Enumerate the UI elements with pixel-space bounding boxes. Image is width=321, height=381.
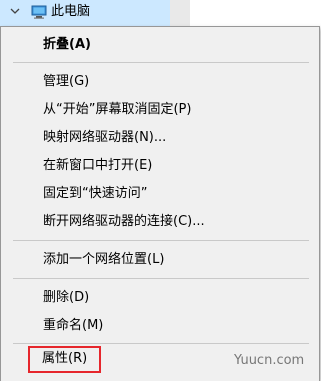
menu-item-unpin-start[interactable]: 从“开始”屏幕取消固定(P) <box>2 98 318 121</box>
menu-item-manage[interactable]: 管理(G) <box>2 70 318 93</box>
menu-item-label: 管理(G) <box>43 74 90 89</box>
menu-separator <box>13 62 309 63</box>
chevron-down-icon[interactable] <box>10 6 20 16</box>
menu-separator <box>13 240 309 241</box>
menu-item-label: 映射网络驱动器(N)... <box>43 130 167 145</box>
menu-item-map-network-drive[interactable]: 映射网络驱动器(N)... <box>2 126 318 149</box>
menu-item-label: 在新窗口中打开(E) <box>43 158 153 173</box>
menu-item-disconnect-network-drive[interactable]: 断开网络驱动器的连接(C)... <box>2 210 318 233</box>
tree-item-this-pc[interactable]: 此电脑 <box>0 0 170 26</box>
computer-icon <box>31 5 47 19</box>
menu-separator <box>13 278 309 279</box>
tree-item-label: 此电脑 <box>51 4 91 19</box>
menu-item-label: 从“开始”屏幕取消固定(P) <box>43 102 192 117</box>
menu-separator <box>13 343 309 344</box>
menu-item-open-new-window[interactable]: 在新窗口中打开(E) <box>2 154 318 177</box>
menu-item-add-network-location[interactable]: 添加一个网络位置(L) <box>2 248 318 271</box>
menu-item-delete[interactable]: 删除(D) <box>2 286 318 309</box>
menu-item-collapse[interactable]: 折叠(A) <box>2 33 318 56</box>
menu-item-pin-quick-access[interactable]: 固定到“快速访问” <box>2 182 318 205</box>
menu-item-label: 断开网络驱动器的连接(C)... <box>43 214 205 229</box>
screen: 此电脑 折叠(A) 管理(G) 从“开始”屏幕取消固定(P) 映射网络驱动器(N… <box>0 0 321 381</box>
menu-item-label: 重命名(M) <box>43 318 104 333</box>
watermark: Yuucn.com <box>234 353 305 368</box>
menu-item-rename[interactable]: 重命名(M) <box>2 314 318 337</box>
menu-item-label: 固定到“快速访问” <box>43 186 148 201</box>
context-menu: 折叠(A) 管理(G) 从“开始”屏幕取消固定(P) 映射网络驱动器(N)...… <box>0 26 320 381</box>
menu-item-label: 添加一个网络位置(L) <box>43 252 165 267</box>
menu-item-label: 折叠(A) <box>43 37 91 52</box>
menu-item-label: 属性(R) <box>42 351 88 366</box>
menu-item-label: 删除(D) <box>43 290 90 305</box>
